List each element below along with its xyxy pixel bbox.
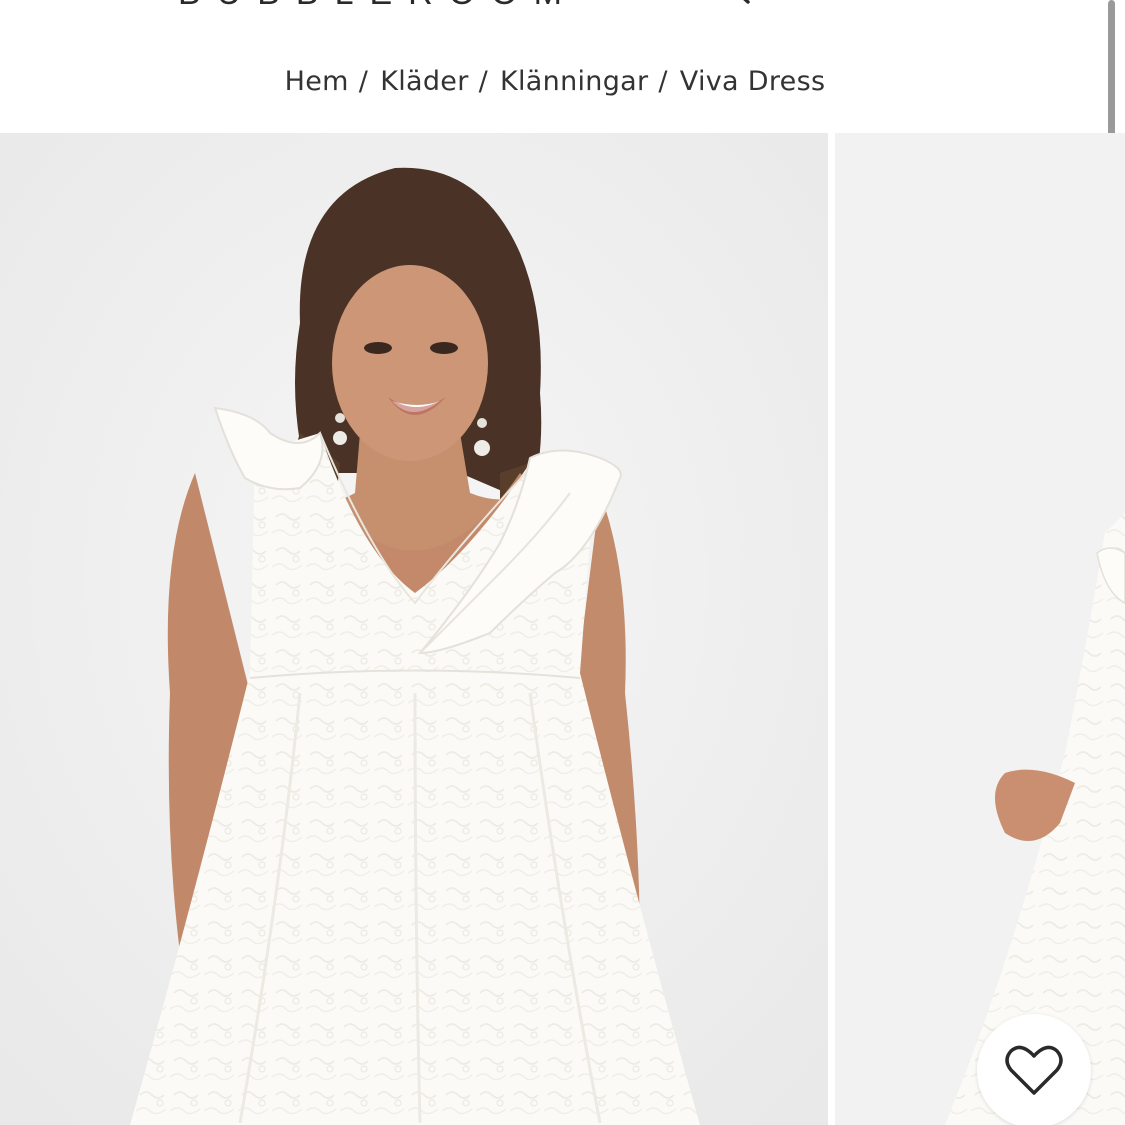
breadcrumb-item-clothes[interactable]: Kläder: [380, 66, 468, 97]
hamburger-menu-icon[interactable]: [48, 0, 106, 12]
breadcrumb-separator: /: [478, 66, 488, 97]
brand-logo[interactable]: BUBBLEROOM: [178, 0, 578, 13]
breadcrumb-item-home[interactable]: Hem: [285, 66, 349, 97]
breadcrumb-separator: /: [358, 66, 369, 97]
product-image-front[interactable]: [0, 133, 828, 1125]
wishlist-button[interactable]: [977, 1014, 1091, 1125]
scrollbar[interactable]: [1108, 0, 1115, 140]
search-icon[interactable]: [700, 0, 750, 14]
breadcrumb: Hem / Kläder / Klänningar / Viva Dress: [0, 66, 1110, 97]
breadcrumb-separator: /: [658, 66, 668, 97]
site-header: BUBBLEROOM Hem / Kläder / Klänningar / Viva Dr…: [0, 0, 1125, 140]
bag-icon[interactable]: [1010, 0, 1060, 14]
product-gallery: [0, 133, 1125, 1125]
product-image-side[interactable]: [835, 133, 1125, 1125]
product-page: BUBBLEROOM Hem / Kläder / Klänningar / Viva Dr…: [0, 0, 1125, 1125]
heart-icon[interactable]: [908, 0, 958, 14]
heart-outline-icon: [1005, 1045, 1063, 1095]
account-icon[interactable]: [803, 0, 853, 14]
breadcrumb-item-current: Viva Dress: [679, 66, 826, 97]
breadcrumb-item-dresses[interactable]: Klänningar: [500, 66, 648, 97]
